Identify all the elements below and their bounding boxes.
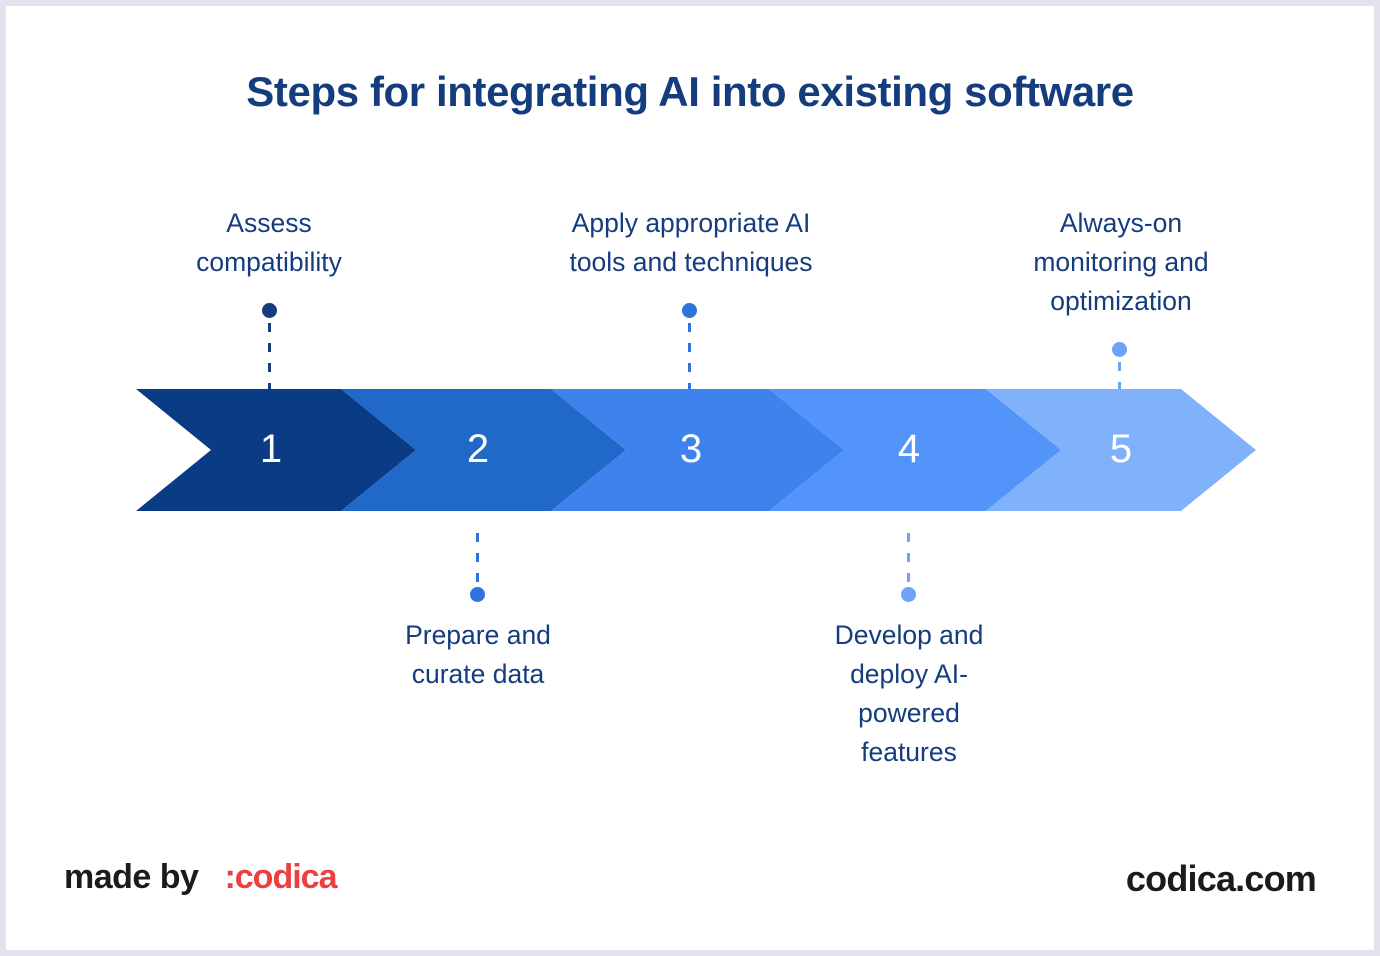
step-2-connector-line (476, 533, 479, 583)
made-by-text: made by (64, 858, 199, 896)
step-3-label-line-2: tools and techniques (569, 247, 813, 277)
page-title: Steps for integrating AI into existing s… (246, 68, 1134, 115)
infographic-canvas: Steps for integrating AI into existing s… (6, 6, 1374, 950)
step-1-label: Assess compatibility (149, 204, 389, 282)
step-5-label: Always-on monitoring and optimization (981, 204, 1261, 321)
step-4-label-line-4: features (861, 737, 957, 767)
step-3-connector-dot (682, 303, 697, 318)
footer-made-by: made by :codica (64, 858, 338, 897)
step-4-label-line-1: Develop and (834, 620, 984, 650)
step-3-label: Apply appropriate AI tools and technique… (516, 204, 866, 282)
step-2-label: Prepare and curate data (358, 616, 598, 694)
step-4-number: 4 (897, 427, 921, 471)
step-4-connector-line (907, 533, 910, 583)
step-5-connector-dot (1112, 342, 1127, 357)
step-1-label-line-1: Assess (226, 208, 312, 238)
step-3-label-line-1: Apply appropriate AI (571, 208, 811, 238)
step-3-number: 3 (679, 427, 703, 471)
footer-website[interactable]: codica.com (1126, 858, 1317, 900)
step-4-label-line-3: powered (858, 698, 960, 728)
step-3-connector-line (688, 323, 691, 389)
step-1-number: 1 (259, 427, 283, 471)
step-5-label-line-3: optimization (1050, 286, 1192, 316)
step-2-label-line-1: Prepare and (405, 620, 551, 650)
step-4-label: Develop and deploy AI- powered features (799, 616, 1019, 772)
step-2-label-line-2: curate data (411, 659, 545, 689)
step-2-number: 2 (466, 427, 490, 471)
step-4-label-line-2: deploy AI- (850, 659, 968, 689)
step-1-connector-line (268, 323, 271, 389)
step-5-number: 5 (1109, 427, 1133, 471)
codica-logo: :codica (224, 858, 337, 896)
step-1-connector-dot (262, 303, 277, 318)
step-5-connector-line (1118, 362, 1121, 390)
step-2-connector-dot (470, 587, 485, 602)
step-4-connector-dot (901, 587, 916, 602)
step-5-label-line-1: Always-on (1059, 208, 1183, 238)
step-1-label-line-2: compatibility (196, 247, 342, 277)
step-5-label-line-2: monitoring and (1033, 247, 1209, 277)
